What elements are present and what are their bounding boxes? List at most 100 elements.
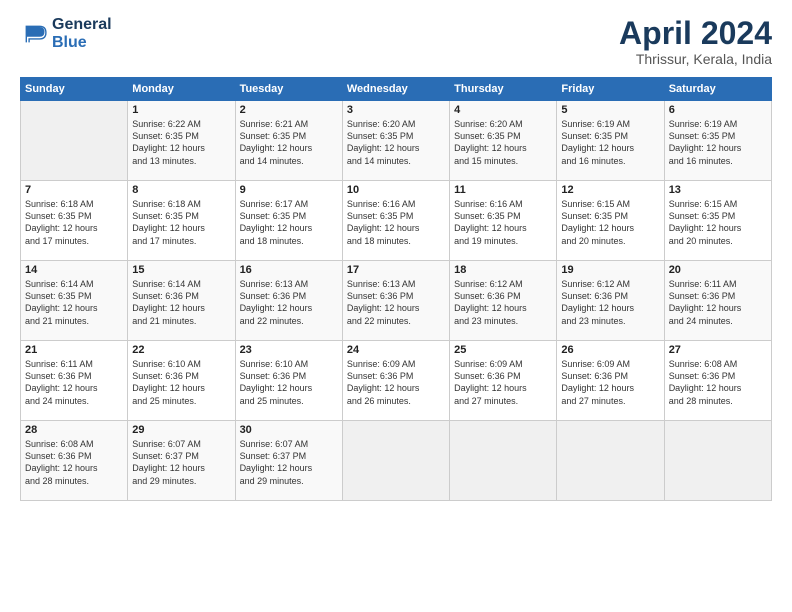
calendar-cell xyxy=(557,421,664,501)
day-number: 6 xyxy=(669,104,767,116)
day-info: Sunrise: 6:11 AM Sunset: 6:36 PM Dayligh… xyxy=(669,278,767,327)
day-info: Sunrise: 6:14 AM Sunset: 6:35 PM Dayligh… xyxy=(25,278,123,327)
calendar-cell: 9Sunrise: 6:17 AM Sunset: 6:35 PM Daylig… xyxy=(235,181,342,261)
day-info: Sunrise: 6:18 AM Sunset: 6:35 PM Dayligh… xyxy=(25,198,123,247)
calendar-week-1: 1 Sunrise: 6:22 AM Sunset: 6:35 PM Daylig… xyxy=(21,101,772,181)
day-number: 19 xyxy=(561,264,659,276)
calendar-cell: 21 Sunrise: 6:11 AM Sunset: 6:36 PM Dayli… xyxy=(21,341,128,421)
day-info: Sunrise: 6:07 AM Sunset: 6:37 PM Dayligh… xyxy=(132,438,230,487)
logo: General Blue xyxy=(20,16,112,51)
day-info: Sunrise: 6:09 AM Sunset: 6:36 PM Dayligh… xyxy=(454,358,552,407)
calendar-cell xyxy=(664,421,771,501)
day-number: 9 xyxy=(240,184,338,196)
calendar-cell: 12Sunrise: 6:15 AM Sunset: 6:35 PM Dayli… xyxy=(557,181,664,261)
day-number: 26 xyxy=(561,344,659,356)
day-number: 13 xyxy=(669,184,767,196)
day-info: Sunrise: 6:13 AM Sunset: 6:36 PM Dayligh… xyxy=(240,278,338,327)
day-number: 10 xyxy=(347,184,445,196)
day-info: Sunrise: 6:12 AM Sunset: 6:36 PM Dayligh… xyxy=(561,278,659,327)
calendar-cell: 16 Sunrise: 6:13 AM Sunset: 6:36 PM Dayli… xyxy=(235,261,342,341)
calendar-cell: 1 Sunrise: 6:22 AM Sunset: 6:35 PM Daylig… xyxy=(128,101,235,181)
logo-icon xyxy=(20,20,48,48)
day-info: Sunrise: 6:20 AM Sunset: 6:35 PM Dayligh… xyxy=(454,118,552,167)
calendar-cell: 17 Sunrise: 6:13 AM Sunset: 6:36 PM Dayli… xyxy=(342,261,449,341)
logo-text-line1: General xyxy=(52,16,112,34)
day-info: Sunrise: 6:20 AM Sunset: 6:35 PM Dayligh… xyxy=(347,118,445,167)
day-info: Sunrise: 6:09 AM Sunset: 6:36 PM Dayligh… xyxy=(347,358,445,407)
day-number: 1 xyxy=(132,104,230,116)
calendar-header-row: SundayMondayTuesdayWednesdayThursdayFrid… xyxy=(21,78,772,101)
calendar-cell: 19 Sunrise: 6:12 AM Sunset: 6:36 PM Dayli… xyxy=(557,261,664,341)
calendar-cell xyxy=(342,421,449,501)
calendar-week-4: 21 Sunrise: 6:11 AM Sunset: 6:36 PM Dayli… xyxy=(21,341,772,421)
day-info: Sunrise: 6:13 AM Sunset: 6:36 PM Dayligh… xyxy=(347,278,445,327)
calendar-cell: 14 Sunrise: 6:14 AM Sunset: 6:35 PM Dayli… xyxy=(21,261,128,341)
day-number: 29 xyxy=(132,424,230,436)
calendar-header-friday: Friday xyxy=(557,78,664,101)
day-info: Sunrise: 6:22 AM Sunset: 6:35 PM Dayligh… xyxy=(132,118,230,167)
calendar-cell: 18Sunrise: 6:12 AM Sunset: 6:36 PM Dayli… xyxy=(450,261,557,341)
day-number: 16 xyxy=(240,264,338,276)
subtitle: Thrissur, Kerala, India xyxy=(619,51,772,67)
day-info: Sunrise: 6:10 AM Sunset: 6:36 PM Dayligh… xyxy=(240,358,338,407)
day-info: Sunrise: 6:18 AM Sunset: 6:35 PM Dayligh… xyxy=(132,198,230,247)
calendar-cell: 2Sunrise: 6:21 AM Sunset: 6:35 PM Daylig… xyxy=(235,101,342,181)
day-info: Sunrise: 6:07 AM Sunset: 6:37 PM Dayligh… xyxy=(240,438,338,487)
calendar-header-sunday: Sunday xyxy=(21,78,128,101)
day-number: 15 xyxy=(132,264,230,276)
calendar-header-thursday: Thursday xyxy=(450,78,557,101)
day-number: 20 xyxy=(669,264,767,276)
calendar-cell: 22 Sunrise: 6:10 AM Sunset: 6:36 PM Dayli… xyxy=(128,341,235,421)
calendar-cell xyxy=(21,101,128,181)
day-number: 25 xyxy=(454,344,552,356)
day-number: 3 xyxy=(347,104,445,116)
calendar-header-tuesday: Tuesday xyxy=(235,78,342,101)
calendar-table: SundayMondayTuesdayWednesdayThursdayFrid… xyxy=(20,77,772,501)
day-info: Sunrise: 6:19 AM Sunset: 6:35 PM Dayligh… xyxy=(669,118,767,167)
day-info: Sunrise: 6:16 AM Sunset: 6:35 PM Dayligh… xyxy=(454,198,552,247)
calendar-week-2: 7Sunrise: 6:18 AM Sunset: 6:35 PM Daylig… xyxy=(21,181,772,261)
day-number: 21 xyxy=(25,344,123,356)
day-info: Sunrise: 6:15 AM Sunset: 6:35 PM Dayligh… xyxy=(669,198,767,247)
day-number: 27 xyxy=(669,344,767,356)
day-number: 8 xyxy=(132,184,230,196)
day-number: 2 xyxy=(240,104,338,116)
day-number: 14 xyxy=(25,264,123,276)
calendar-cell: 4 Sunrise: 6:20 AM Sunset: 6:35 PM Daylig… xyxy=(450,101,557,181)
day-number: 12 xyxy=(561,184,659,196)
day-number: 28 xyxy=(25,424,123,436)
day-number: 17 xyxy=(347,264,445,276)
logo-text-line2: Blue xyxy=(52,34,112,52)
calendar-cell: 28 Sunrise: 6:08 AM Sunset: 6:36 PM Dayli… xyxy=(21,421,128,501)
day-number: 5 xyxy=(561,104,659,116)
day-info: Sunrise: 6:14 AM Sunset: 6:36 PM Dayligh… xyxy=(132,278,230,327)
day-number: 4 xyxy=(454,104,552,116)
page: General Blue April 2024 Thrissur, Kerala… xyxy=(0,0,792,612)
calendar-cell: 7Sunrise: 6:18 AM Sunset: 6:35 PM Daylig… xyxy=(21,181,128,261)
calendar-week-5: 28 Sunrise: 6:08 AM Sunset: 6:36 PM Dayli… xyxy=(21,421,772,501)
calendar-cell: 29 Sunrise: 6:07 AM Sunset: 6:37 PM Dayli… xyxy=(128,421,235,501)
day-info: Sunrise: 6:11 AM Sunset: 6:36 PM Dayligh… xyxy=(25,358,123,407)
day-info: Sunrise: 6:09 AM Sunset: 6:36 PM Dayligh… xyxy=(561,358,659,407)
day-number: 22 xyxy=(132,344,230,356)
calendar-cell: 23 Sunrise: 6:10 AM Sunset: 6:36 PM Dayli… xyxy=(235,341,342,421)
calendar-cell: 3 Sunrise: 6:20 AM Sunset: 6:35 PM Daylig… xyxy=(342,101,449,181)
day-number: 23 xyxy=(240,344,338,356)
calendar-cell: 13 Sunrise: 6:15 AM Sunset: 6:35 PM Dayli… xyxy=(664,181,771,261)
calendar-cell: 26 Sunrise: 6:09 AM Sunset: 6:36 PM Dayli… xyxy=(557,341,664,421)
day-number: 24 xyxy=(347,344,445,356)
calendar-cell: 15 Sunrise: 6:14 AM Sunset: 6:36 PM Dayli… xyxy=(128,261,235,341)
calendar-cell: 30Sunrise: 6:07 AM Sunset: 6:37 PM Dayli… xyxy=(235,421,342,501)
day-info: Sunrise: 6:08 AM Sunset: 6:36 PM Dayligh… xyxy=(25,438,123,487)
day-info: Sunrise: 6:12 AM Sunset: 6:36 PM Dayligh… xyxy=(454,278,552,327)
calendar-cell: 6 Sunrise: 6:19 AM Sunset: 6:35 PM Daylig… xyxy=(664,101,771,181)
calendar-cell: 5Sunrise: 6:19 AM Sunset: 6:35 PM Daylig… xyxy=(557,101,664,181)
calendar-header-wednesday: Wednesday xyxy=(342,78,449,101)
calendar-cell: 20 Sunrise: 6:11 AM Sunset: 6:36 PM Dayli… xyxy=(664,261,771,341)
calendar-cell: 11Sunrise: 6:16 AM Sunset: 6:35 PM Dayli… xyxy=(450,181,557,261)
calendar-cell: 8 Sunrise: 6:18 AM Sunset: 6:35 PM Daylig… xyxy=(128,181,235,261)
calendar-cell xyxy=(450,421,557,501)
day-info: Sunrise: 6:10 AM Sunset: 6:36 PM Dayligh… xyxy=(132,358,230,407)
day-info: Sunrise: 6:08 AM Sunset: 6:36 PM Dayligh… xyxy=(669,358,767,407)
main-title: April 2024 xyxy=(619,16,772,51)
